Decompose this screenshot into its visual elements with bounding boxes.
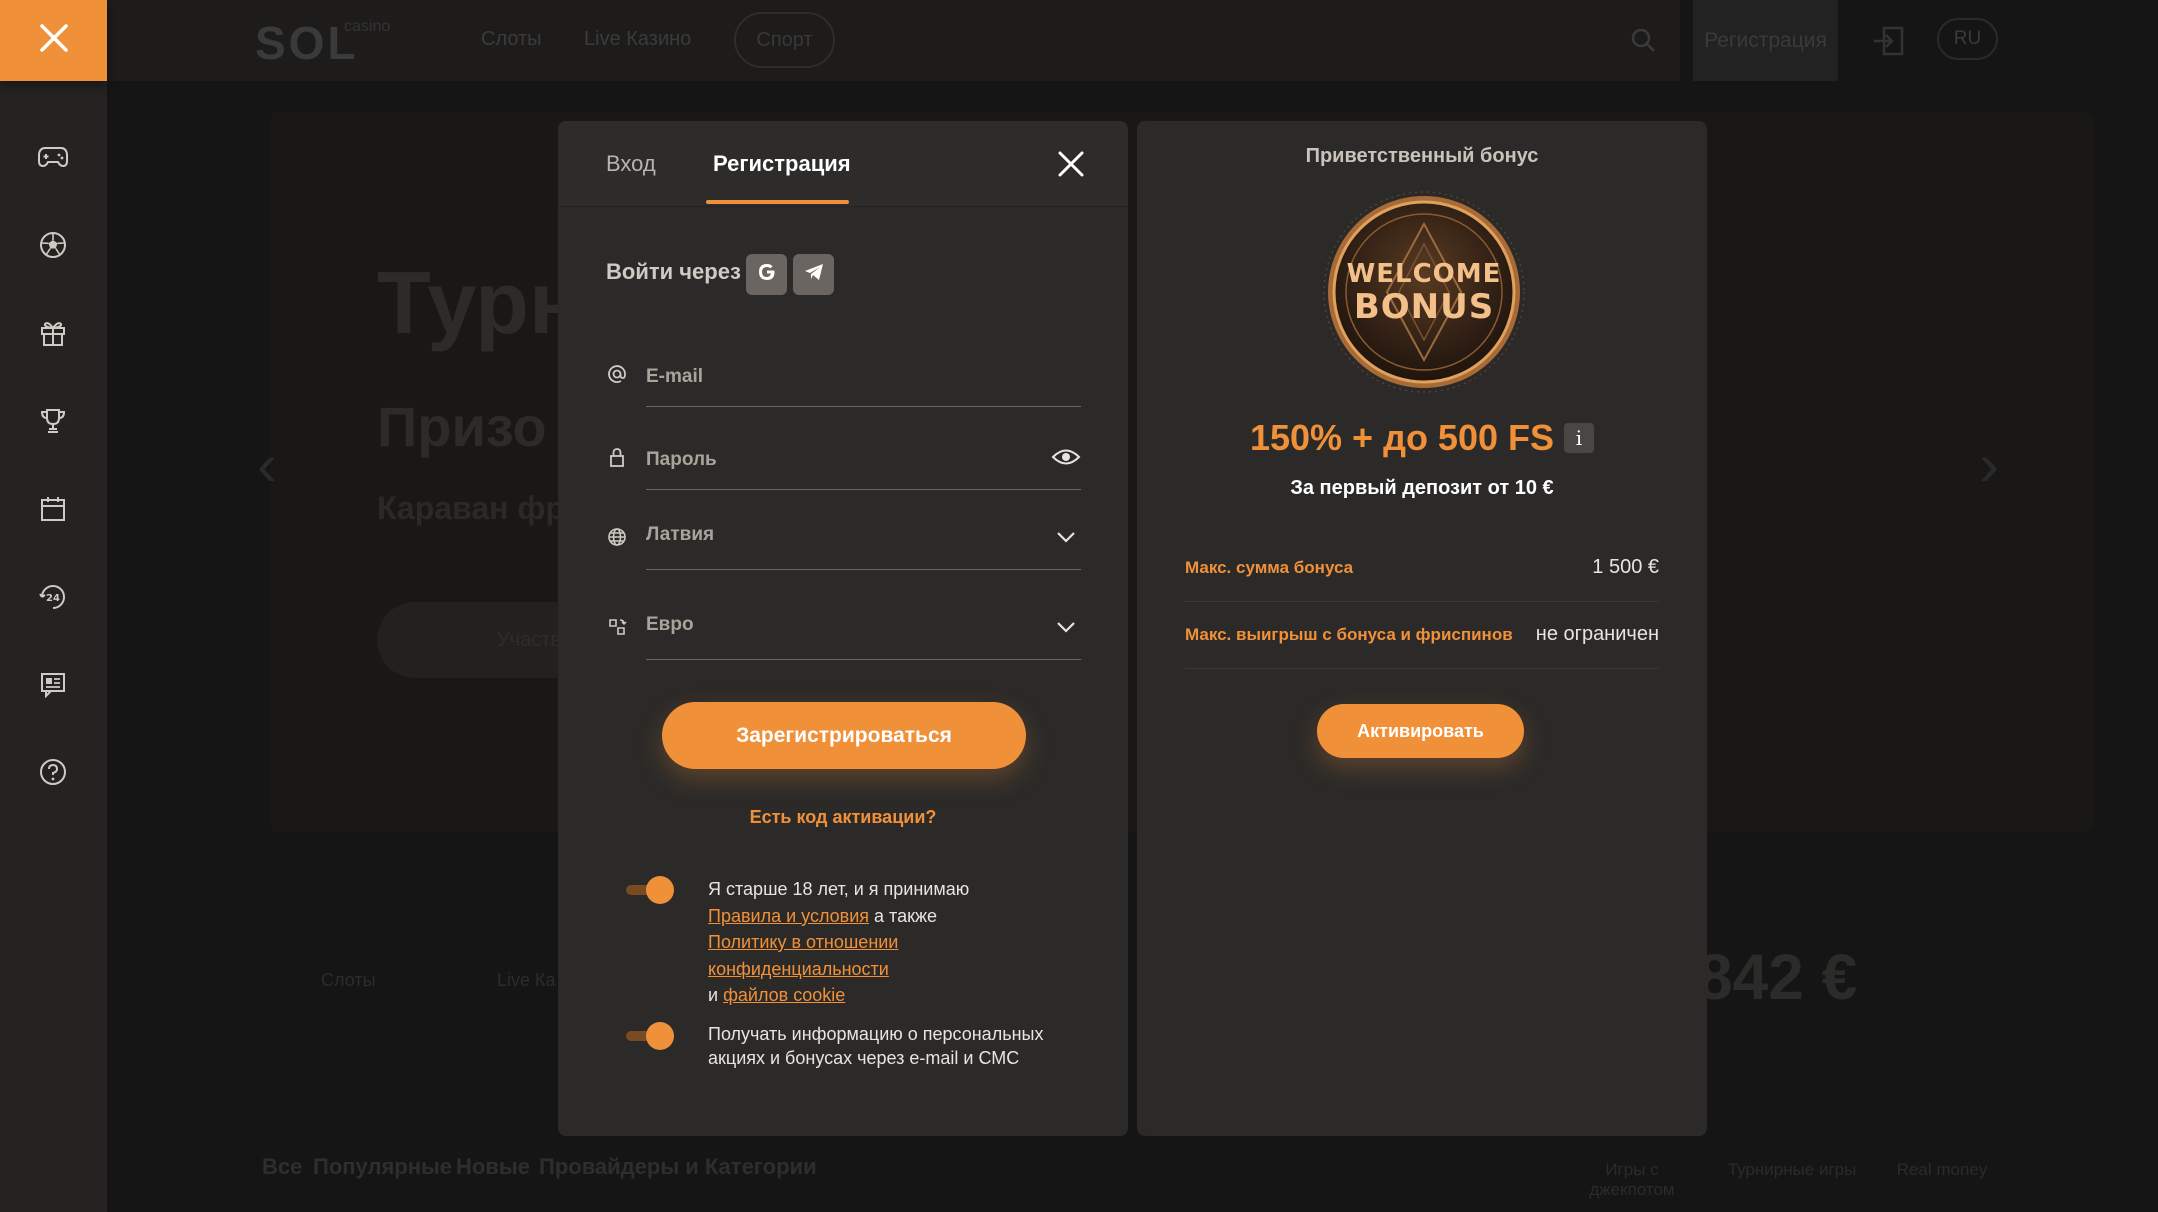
support-24-icon[interactable]: 24: [33, 577, 73, 617]
tab-login[interactable]: Вход: [606, 151, 656, 177]
language-switch: RU: [1937, 18, 1998, 60]
telegram-icon: [803, 261, 825, 288]
soccer-ball-icon[interactable]: [33, 225, 73, 265]
password-field: [606, 440, 1081, 490]
currency-exchange-icon: [606, 616, 628, 638]
bonus-title: Приветственный бонус: [1305, 145, 1539, 167]
modal-close-button[interactable]: [1052, 147, 1090, 185]
sidebar: 24: [0, 0, 107, 1212]
email-underline: [646, 406, 1081, 407]
coin-line-1: WELCOME: [1346, 259, 1502, 289]
sidebar-close-button[interactable]: [0, 0, 107, 81]
chevron-down-icon: [1051, 614, 1081, 640]
activate-bonus-button[interactable]: Активировать: [1317, 704, 1524, 758]
bonus-subtitle: За первый депозит от 10 €: [1290, 477, 1554, 499]
search-icon: [1629, 26, 1657, 54]
banner-subtitle: Призо: [377, 395, 547, 458]
login-icon: [1872, 24, 1906, 58]
coin-line-2: BONUS: [1353, 287, 1495, 327]
activation-code-link[interactable]: Есть код активации?: [558, 807, 1128, 828]
close-icon: [1057, 150, 1085, 183]
nav-slots: Слоты: [481, 28, 542, 50]
register-button[interactable]: Зарегистрироваться: [662, 702, 1026, 769]
age-terms-toggle[interactable]: [626, 876, 674, 904]
currency-select[interactable]: Евро: [606, 608, 1081, 660]
calendar-icon[interactable]: [33, 489, 73, 529]
category-popular: Популярные: [313, 1154, 453, 1179]
email-field: [606, 357, 1081, 407]
consent-text: а также: [874, 905, 938, 926]
bonus-info-label: Макс. сумма бонуса: [1185, 558, 1354, 577]
site-header: SOL casino Слоты Live Казино Спорт: [107, 0, 1680, 81]
marketing-consent-text: Получать информацию о персональных акция…: [708, 1024, 1044, 1068]
chevron-down-icon: [1051, 524, 1081, 550]
lock-icon: [606, 446, 628, 468]
bonus-info-row: Макс. выигрыш с бонуса и фриспинов не ог…: [1185, 602, 1659, 669]
site-logo-sub: casino: [344, 18, 391, 35]
show-password-eye-icon[interactable]: [1051, 444, 1081, 470]
at-sign-icon: [606, 363, 628, 385]
close-icon: [38, 22, 70, 59]
help-icon[interactable]: [33, 752, 73, 792]
bonus-info-row: Макс. сумма бонуса 1 500 €: [1185, 535, 1659, 602]
bonus-info-label: Макс. выигрыш с бонуса и фриспинов: [1185, 625, 1513, 644]
trophy-icon[interactable]: [33, 401, 73, 441]
social-login-label: Войти через: [606, 259, 741, 284]
bonus-info-value: не ограничен: [1535, 623, 1659, 645]
header-register: Регистрация: [1693, 0, 1838, 81]
google-login-button[interactable]: [746, 254, 787, 295]
currency-value: Евро: [646, 614, 694, 635]
category-providers: Провайдеры и Категории: [539, 1154, 817, 1179]
password-input[interactable]: [646, 444, 1046, 476]
country-underline: [646, 569, 1081, 570]
svg-text:24: 24: [46, 593, 60, 604]
currency-underline: [646, 659, 1081, 660]
link-jackpot-games: Игры с джекпотом: [1589, 1160, 1675, 1199]
toggle-knob: [646, 1022, 674, 1050]
banner-text: Караван фр: [377, 490, 565, 526]
welcome-bonus-panel: Приветственный бонус WELCOME BONUS 150% …: [1137, 121, 1707, 1136]
bonus-amount: 150% + до 500 FS: [1249, 417, 1554, 458]
link-real-money: Real money: [1896, 1160, 1988, 1179]
cookies-link[interactable]: файлов cookie: [723, 985, 845, 1005]
nav-sport: Спорт: [734, 12, 835, 68]
tab-register[interactable]: Регистрация: [713, 151, 851, 177]
tile-slots: Слоты: [321, 970, 376, 990]
bonus-info-value: 1 500 €: [1592, 556, 1659, 578]
gift-icon[interactable]: [33, 313, 73, 353]
terms-consent-text: Я старше 18 лет, и я принимаю Правила и …: [708, 876, 1088, 1009]
link-tournament-games: Турнирные игры: [1727, 1160, 1857, 1179]
privacy-policy-link[interactable]: Политику в отношении конфиденциальности: [708, 929, 928, 982]
category-all: Все: [262, 1154, 303, 1179]
info-icon[interactable]: i: [1564, 423, 1594, 453]
registration-panel: Вход Регистрация Войти через E-mail Латв…: [558, 121, 1128, 1136]
bonus-amount-row: 150% + до 500 FS i: [1137, 417, 1707, 459]
welcome-bonus-coin: WELCOME BONUS: [1321, 189, 1527, 395]
toggle-knob: [646, 876, 674, 904]
telegram-login-button[interactable]: [793, 254, 834, 295]
nav-live-casino: Live Казино: [584, 28, 692, 50]
country-select[interactable]: Латвия: [606, 520, 1081, 570]
google-icon: [756, 261, 778, 288]
banner-prev-icon: ‹: [257, 431, 277, 498]
globe-icon: [606, 526, 628, 548]
consent-text: и: [708, 985, 719, 1005]
banner-title: Турн: [377, 253, 583, 352]
country-value: Латвия: [646, 524, 715, 545]
jackpot-amount: 842 €: [1697, 941, 1858, 1013]
category-new: Новые: [456, 1154, 530, 1179]
background-page: SOL casino Слоты Live Казино Спорт Регис…: [107, 0, 2158, 1212]
password-underline: [646, 489, 1081, 490]
email-input[interactable]: [646, 361, 1046, 393]
news-icon[interactable]: [33, 664, 73, 704]
marketing-toggle[interactable]: [626, 1022, 674, 1050]
tile-live: Live Ка: [497, 970, 556, 990]
gamepad-icon[interactable]: [33, 137, 73, 177]
consent-text: Я старше 18 лет, и я принимаю: [708, 879, 970, 899]
banner-next-icon: ›: [1979, 431, 1999, 498]
terms-link[interactable]: Правила и условия: [708, 906, 869, 926]
auth-tabs: Вход Регистрация: [558, 121, 1128, 207]
active-tab-indicator: [706, 200, 849, 204]
